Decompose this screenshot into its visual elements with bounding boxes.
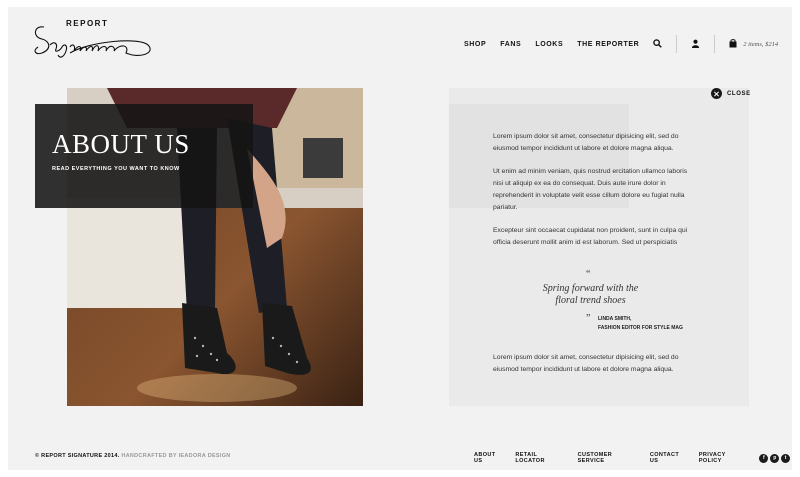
footer-link-privacy-policy[interactable]: PRIVACY POLICY [699,452,750,464]
footer-copyright: © REPORT SIGNATURE 2014. HANDCRAFTED BY … [35,453,231,459]
footer-link-about-us[interactable]: ABOUT US [474,452,505,464]
footer-link-customer-service[interactable]: CUSTOMER SERVICE [578,452,640,464]
about-us-banner: ABOUT US READ EVERYTHING YOU WANT TO KNO… [35,104,253,208]
quote-text: Spring forward with the floral trend sho… [542,283,639,306]
copyright-text: © REPORT SIGNATURE 2014. [35,453,120,459]
nav-fans[interactable]: FANS [500,41,521,48]
paragraph: Ut enim ad minim veniam, quis nostrud er… [493,168,688,211]
footer-nav: ABOUT US RETAIL LOCATOR CUSTOMER SERVICE… [474,452,792,464]
open-quote-mark: “ [586,269,591,280]
page: REPORT SHOP FANS LOOKS THE REPORTER 2 it… [8,7,792,470]
quote-author-name: LINDA SMITH, [598,316,632,322]
paragraph: Lorem ipsum dolor sit amet, consectetur … [493,354,679,373]
close-label: CLOSE [727,90,751,97]
close-quote-mark: ” [586,313,591,324]
nav-the-reporter[interactable]: THE REPORTER [577,41,639,48]
about-text-footer: Lorem ipsum dolor sit amet, consectetur … [493,352,693,376]
paragraph: Excepteur sint occaecat cupidatat non pr… [493,227,688,246]
page-subtitle: READ EVERYTHING YOU WANT TO KNOW [52,166,180,172]
paragraph: Lorem ipsum dolor sit amet, consectetur … [493,133,679,152]
nav-looks[interactable]: LOOKS [535,41,563,48]
twitter-icon[interactable]: t [781,453,790,463]
nav-divider [676,35,678,53]
cart-summary[interactable]: 2 items, $214 [743,41,778,48]
main-nav: SHOP FANS LOOKS THE REPORTER 2 items, $2… [464,35,778,53]
nav-divider [714,35,716,53]
logo[interactable]: REPORT [30,19,155,63]
footer-link-retail-locator[interactable]: RETAIL LOCATOR [515,452,567,464]
quote-author-title: FASHION EDITOR FOR STYLE MAG [598,325,683,331]
close-icon [711,88,722,99]
about-text: Lorem ipsum dolor sit amet, consectetur … [493,131,693,260]
shopping-bag-icon[interactable] [729,35,737,53]
search-icon[interactable] [653,35,663,53]
quote-author: LINDA SMITH, FASHION EDITOR FOR STYLE MA… [598,315,683,333]
close-button[interactable]: CLOSE [711,88,751,99]
credit-text[interactable]: HANDCRAFTED BY IEADORA DESIGN [121,453,230,459]
pinterest-icon[interactable]: p [770,453,780,463]
nav-shop[interactable]: SHOP [464,41,486,48]
signature-logo-icon [34,26,151,58]
page-title: ABOUT US [52,129,190,159]
user-icon[interactable] [691,35,700,53]
footer-link-contact-us[interactable]: CONTACT US [650,452,689,464]
facebook-icon[interactable]: f [759,453,769,463]
